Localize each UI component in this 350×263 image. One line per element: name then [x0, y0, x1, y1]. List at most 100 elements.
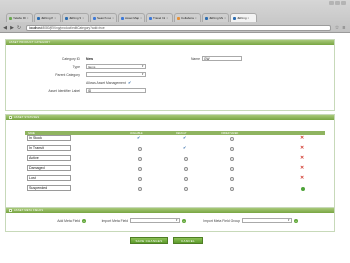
add-meta-field-label: Add Meta Field	[57, 219, 80, 223]
collapse-icon[interactable]	[9, 116, 12, 119]
browser-tab[interactable]: Collabora ×	[174, 13, 201, 22]
browser-tab[interactable]: Travel Inf ×	[146, 13, 173, 22]
status-name-input[interactable]: Lost	[27, 175, 71, 181]
available-checkbox[interactable]	[138, 177, 142, 181]
statuses-panel-header: ASSET STATUSES	[6, 115, 334, 120]
tab-favicon	[65, 16, 68, 20]
available-checkbox[interactable]	[138, 147, 142, 151]
tab-label: JEKing S	[69, 16, 82, 20]
close-icon[interactable]: ×	[54, 16, 56, 20]
cancel-button[interactable]: CANCEL	[173, 237, 203, 244]
tab-label: Search res	[97, 16, 112, 20]
name-input[interactable]: GW	[202, 56, 242, 61]
status-name-input[interactable]: Active	[27, 155, 71, 161]
browser-tab[interactable]: JEKing Ma ×	[202, 13, 229, 22]
bookmark-star-icon[interactable]: ☆	[334, 25, 340, 31]
type-select-value: Items	[88, 64, 96, 69]
default-checkbox[interactable]: ✔	[183, 135, 186, 140]
add-meta-field-icon[interactable]: +	[82, 219, 86, 223]
browser-toolbar: ◀ ▶ ↻ localhost:8080/jEKing/product/edit…	[0, 23, 350, 33]
delete-icon[interactable]: ✕	[300, 136, 304, 141]
import-meta-field-group-icon[interactable]: +	[294, 219, 298, 223]
parent-category-label: Parent Category	[55, 73, 80, 77]
import-meta-field-group-select[interactable]: ▼	[242, 218, 292, 223]
order-saved-radio[interactable]	[230, 137, 234, 141]
add-status-icon[interactable]	[301, 187, 305, 191]
chevron-down-icon: ▼	[287, 219, 290, 222]
close-icon[interactable]: ×	[195, 16, 197, 20]
menu-icon[interactable]: ≡	[341, 25, 347, 31]
order-saved-radio[interactable]	[230, 147, 234, 151]
window-controls[interactable]	[328, 1, 346, 5]
type-select[interactable]: Items ▼	[86, 64, 146, 69]
browser-tab[interactable]: Search res ×	[90, 13, 117, 22]
available-checkbox[interactable]	[138, 167, 142, 171]
category-id-value: New	[86, 57, 93, 61]
tab-favicon	[93, 16, 96, 20]
default-checkbox[interactable]	[184, 157, 188, 161]
close-icon[interactable]: ×	[248, 16, 250, 20]
reload-icon[interactable]: ↻	[16, 25, 22, 31]
import-meta-field-label: Import Meta Field	[101, 219, 128, 223]
collapse-icon[interactable]	[9, 209, 12, 212]
tab-label: JEKing Ma	[209, 16, 224, 20]
close-icon[interactable]: ×	[166, 16, 168, 20]
allows-asset-management-checkbox[interactable]: ✔	[128, 80, 131, 85]
status-name-input[interactable]: In Stock	[27, 135, 71, 141]
address-bar[interactable]: localhost:8080/jEKing/product/editCatego…	[26, 25, 331, 31]
delete-icon[interactable]: ✕	[300, 146, 304, 151]
close-icon[interactable]: ×	[224, 16, 226, 20]
order-saved-radio[interactable]	[230, 167, 234, 171]
save-changes-button[interactable]: SAVE CHANGES	[130, 237, 168, 244]
asset-identifier-input[interactable]: ID	[86, 88, 146, 93]
status-name-input[interactable]: Damaged	[27, 165, 71, 171]
tab-label: Yelabs ID	[13, 16, 26, 20]
status-name: In Transit	[29, 146, 44, 150]
tab-label: JEKing P	[41, 16, 54, 20]
order-saved-radio[interactable]	[230, 187, 234, 191]
tab-favicon	[177, 16, 180, 20]
delete-icon[interactable]: ✕	[300, 166, 304, 171]
import-meta-field-select[interactable]: ▼	[130, 218, 180, 223]
order-saved-radio[interactable]	[230, 157, 234, 161]
back-icon[interactable]: ◀	[2, 25, 8, 31]
default-checkbox[interactable]: ✔	[183, 145, 186, 150]
import-meta-field-icon[interactable]: +	[182, 219, 186, 223]
status-name: Active	[29, 156, 39, 160]
forward-icon[interactable]: ▶	[9, 25, 15, 31]
tab-strip: Yelabs ID × JEKing P × JEKing S × Search re…	[6, 13, 340, 23]
chevron-down-icon: ▼	[141, 65, 144, 68]
available-checkbox[interactable]	[138, 157, 142, 161]
chevron-down-icon: ▼	[141, 73, 144, 76]
close-icon[interactable]: ×	[27, 16, 29, 20]
parent-category-select[interactable]: ▼	[86, 72, 146, 77]
status-name-input[interactable]: In Transit	[27, 145, 71, 151]
section-title: ASSET STATUSES	[14, 116, 40, 119]
page-content: ASSET PRODUCT CATEGORY Category ID New N…	[0, 33, 350, 263]
meta-fields-panel-header: ASSET META FIELDS	[6, 208, 334, 213]
browser-tab[interactable]: JEKing P ×	[34, 13, 61, 22]
status-name-input[interactable]: Suspended	[27, 185, 71, 191]
delete-icon[interactable]: ✕	[300, 156, 304, 161]
order-saved-radio[interactable]	[230, 177, 234, 181]
browser-tab[interactable]: Yelabs ID ×	[6, 13, 33, 22]
tab-favicon	[233, 16, 236, 20]
browser-tab-active[interactable]: JEKing ×	[230, 13, 257, 22]
close-icon[interactable]: ×	[140, 16, 142, 20]
close-icon[interactable]: ×	[82, 16, 84, 20]
tab-label: JEKing	[237, 16, 247, 20]
allows-asset-management-label: Allows Asset Management	[86, 81, 126, 85]
section-title: ASSET PRODUCT CATEGORY	[9, 41, 51, 44]
name-label: Name	[190, 57, 200, 61]
available-checkbox[interactable]	[138, 187, 142, 191]
tab-label: Collabora	[181, 16, 194, 20]
default-checkbox[interactable]	[184, 177, 188, 181]
browser-tab[interactable]: JEKing S ×	[62, 13, 89, 22]
browser-tab[interactable]: Asset Map ×	[118, 13, 145, 22]
browser-chrome: Yelabs ID × JEKing P × JEKing S × Search re…	[0, 0, 350, 33]
available-checkbox[interactable]: ✔	[137, 135, 140, 140]
default-checkbox[interactable]	[184, 187, 188, 191]
delete-icon[interactable]: ✕	[300, 176, 304, 181]
close-icon[interactable]: ×	[112, 16, 114, 20]
default-checkbox[interactable]	[184, 167, 188, 171]
